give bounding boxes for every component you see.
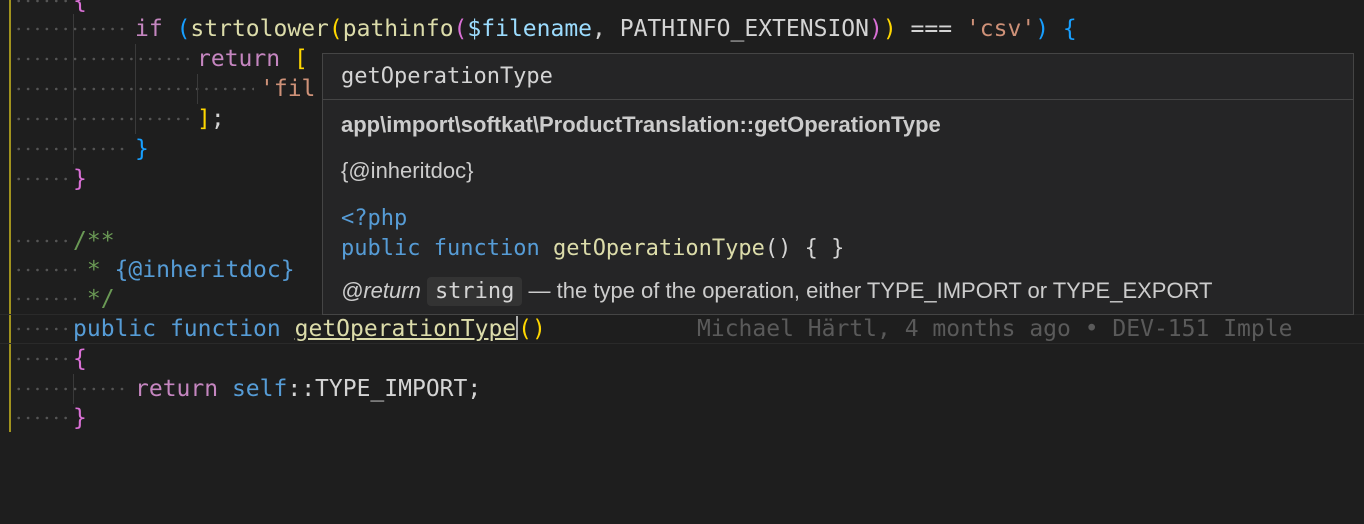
code-line[interactable]: return self::TYPE_IMPORT; bbox=[0, 374, 1364, 404]
hover-return-doc: @return string — the type of the operati… bbox=[341, 277, 1213, 306]
code-line[interactable]: } bbox=[0, 403, 1364, 433]
code-text: if (strtolower(pathinfo($filename, PATHI… bbox=[135, 16, 1077, 42]
code-text: return self::TYPE_IMPORT; bbox=[135, 376, 482, 402]
return-type-badge: string bbox=[426, 277, 523, 306]
hover-signature: getOperationType bbox=[323, 54, 1353, 100]
hover-code-block: <?php public function getOperationType()… bbox=[341, 206, 845, 261]
hover-fully-qualified-name: app\import\softkat\ProductTranslation::g… bbox=[341, 112, 941, 137]
code-editor[interactable]: { if (strtolower(pathinfo($filename, PAT… bbox=[0, 0, 1364, 433]
code-line[interactable]: if (strtolower(pathinfo($filename, PATHI… bbox=[0, 14, 1364, 44]
brace: } bbox=[73, 166, 87, 192]
function-name-link[interactable]: getOperationType bbox=[295, 316, 517, 342]
code-text: 'fil bbox=[260, 76, 316, 102]
comment: * {@inheritdoc} bbox=[73, 257, 295, 283]
code-text: ]; bbox=[197, 106, 225, 132]
hover-tooltip[interactable]: getOperationType app\import\softkat\Prod… bbox=[322, 53, 1354, 315]
code-line-current[interactable]: public function getOperationType() Micha… bbox=[0, 314, 1364, 344]
code-line[interactable]: { bbox=[0, 344, 1364, 374]
brace: { bbox=[73, 346, 87, 372]
git-blame-annotation: Michael Härtl, 4 months ago • DEV-151 Im… bbox=[697, 316, 1293, 342]
code-text: return [ bbox=[197, 46, 308, 72]
comment: */ bbox=[73, 286, 115, 312]
hover-doc-text: {@inheritdoc} bbox=[341, 158, 474, 183]
brace: } bbox=[135, 136, 149, 162]
brace: } bbox=[73, 405, 87, 431]
code-text: public function getOperationType() bbox=[73, 316, 546, 342]
comment: /** bbox=[73, 228, 115, 254]
